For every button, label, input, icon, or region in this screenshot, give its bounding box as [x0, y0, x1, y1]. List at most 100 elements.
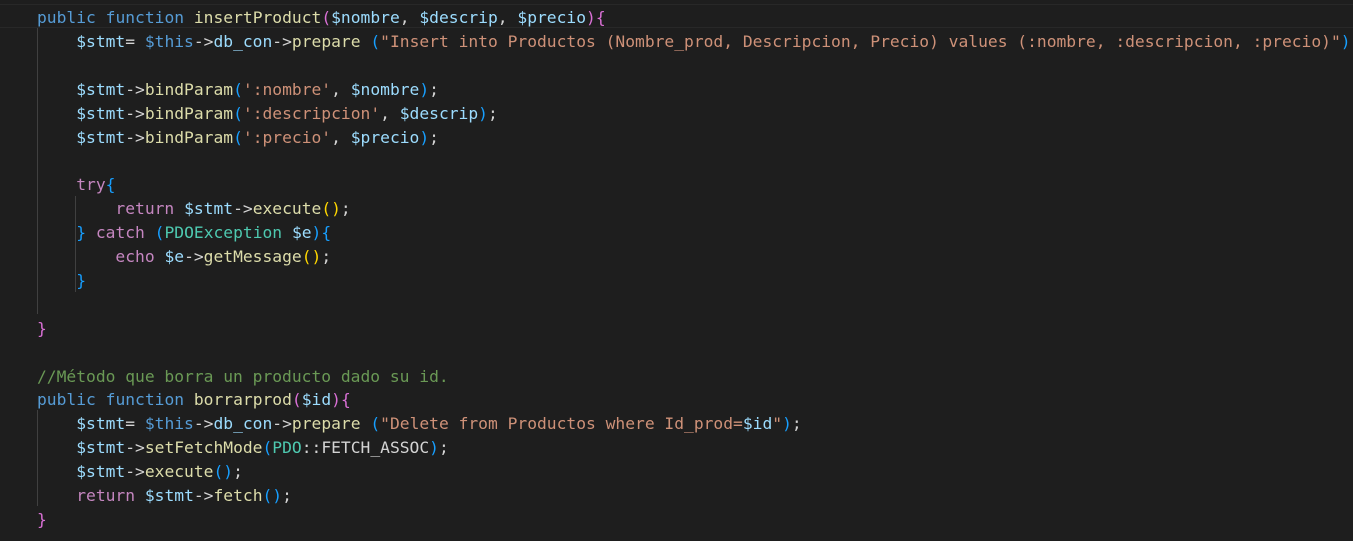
code-token: return	[115, 199, 175, 219]
code-token: $this	[144, 414, 194, 434]
code-token: try	[76, 175, 106, 195]
code-line[interactable]: echo $e->getMessage();	[37, 245, 331, 269]
code-line[interactable]: $stmt->bindParam(':nombre', $nombre);	[37, 78, 439, 102]
code-editor[interactable]: public function insertProduct($nombre, $…	[0, 0, 1353, 541]
code-token: $nombre	[350, 79, 420, 99]
code-line[interactable]: }	[37, 269, 86, 293]
code-token: }	[37, 509, 47, 529]
code-token: ;	[438, 438, 449, 458]
code-token: $descrip	[399, 103, 479, 123]
code-token: public	[37, 390, 96, 410]
code-token: $stmt	[76, 438, 126, 458]
code-token: ,	[380, 103, 400, 123]
code-token: ;	[487, 103, 498, 123]
code-token: ->	[184, 247, 204, 266]
code-token: =	[125, 31, 145, 51]
code-token: {	[595, 8, 606, 27]
code-token: $stmt	[76, 127, 126, 147]
code-token: ->	[272, 414, 292, 434]
code-line[interactable]: public function borrarprod($id){	[37, 388, 351, 412]
code-token: $stmt	[76, 79, 126, 99]
code-line[interactable]: try{	[37, 173, 115, 197]
code-token: $stmt	[76, 462, 126, 482]
code-token: ;	[429, 127, 439, 147]
code-line[interactable]: return $stmt->fetch();	[37, 484, 292, 508]
code-token: )	[586, 8, 596, 27]
code-token: ;	[282, 486, 292, 505]
code-token: {	[340, 390, 351, 410]
code-token: )	[478, 103, 488, 123]
code-token: }	[37, 318, 47, 338]
code-token: (	[370, 31, 381, 51]
code-token: )	[311, 223, 322, 243]
code-token: PDOException	[164, 223, 283, 243]
code-token: ;	[233, 462, 243, 482]
code-token: )	[419, 127, 430, 147]
code-line[interactable]: $stmt->execute();	[37, 460, 243, 484]
code-line[interactable]: $stmt->setFetchMode(PDO::FETCH_ASSOC);	[37, 436, 449, 460]
code-token: $this	[144, 31, 194, 51]
code-token: ->	[125, 462, 145, 482]
code-token: function	[105, 8, 185, 27]
code-token: ':nombre'	[242, 79, 332, 99]
code-token: ;	[340, 199, 351, 219]
code-token: {	[105, 175, 116, 195]
code-token: $precio	[350, 127, 420, 147]
code-token: )	[1340, 31, 1351, 51]
code-token: ()	[213, 462, 234, 482]
code-token: db_con	[213, 414, 273, 434]
code-token: {	[321, 223, 332, 243]
code-token: bindParam	[144, 79, 234, 99]
code-token: (	[233, 127, 243, 147]
code-token: ;	[321, 247, 332, 266]
code-token: )	[331, 390, 341, 410]
code-token: )	[419, 79, 430, 99]
code-token: $stmt	[76, 103, 126, 123]
code-token: $stmt	[76, 414, 126, 434]
code-token: $stmt	[184, 199, 234, 219]
code-token: $e	[291, 223, 312, 243]
code-token: ;	[429, 79, 439, 99]
code-token: ':descripcion'	[242, 103, 381, 123]
code-token: ,	[497, 8, 518, 27]
code-line[interactable]: //Método que borra un producto dado su i…	[37, 365, 449, 389]
code-line[interactable]: $stmt= $this->db_con->prepare ("Insert i…	[37, 30, 1353, 54]
code-token: ()	[321, 199, 341, 219]
code-line[interactable]: } catch (PDOException $e){	[37, 221, 331, 245]
code-line[interactable]: }	[37, 317, 47, 341]
code-line[interactable]: }	[37, 508, 47, 532]
code-line[interactable]: return $stmt->execute();	[37, 197, 351, 221]
code-token: =	[125, 414, 145, 434]
code-token: return	[76, 486, 136, 505]
code-line[interactable]: public function insertProduct($nombre, $…	[37, 6, 606, 30]
code-token: "	[772, 414, 783, 434]
code-token: execute	[252, 199, 322, 219]
code-token: (	[262, 438, 273, 458]
code-line[interactable]: $stmt= $this->db_con->prepare ("Delete f…	[37, 412, 801, 436]
code-token: $descrip	[419, 8, 498, 27]
code-token: "Insert into Productos (Nombre_prod, Des…	[380, 31, 1341, 51]
code-token: ->	[193, 414, 214, 434]
code-token: ()	[301, 247, 322, 266]
code-token: (	[233, 103, 243, 123]
code-line[interactable]: $stmt->bindParam(':descripcion', $descri…	[37, 102, 498, 126]
code-token: public	[37, 8, 96, 27]
code-line[interactable]: $stmt->bindParam(':precio', $precio);	[37, 126, 439, 150]
code-token: echo	[115, 247, 155, 266]
code-token: ()	[262, 486, 283, 505]
